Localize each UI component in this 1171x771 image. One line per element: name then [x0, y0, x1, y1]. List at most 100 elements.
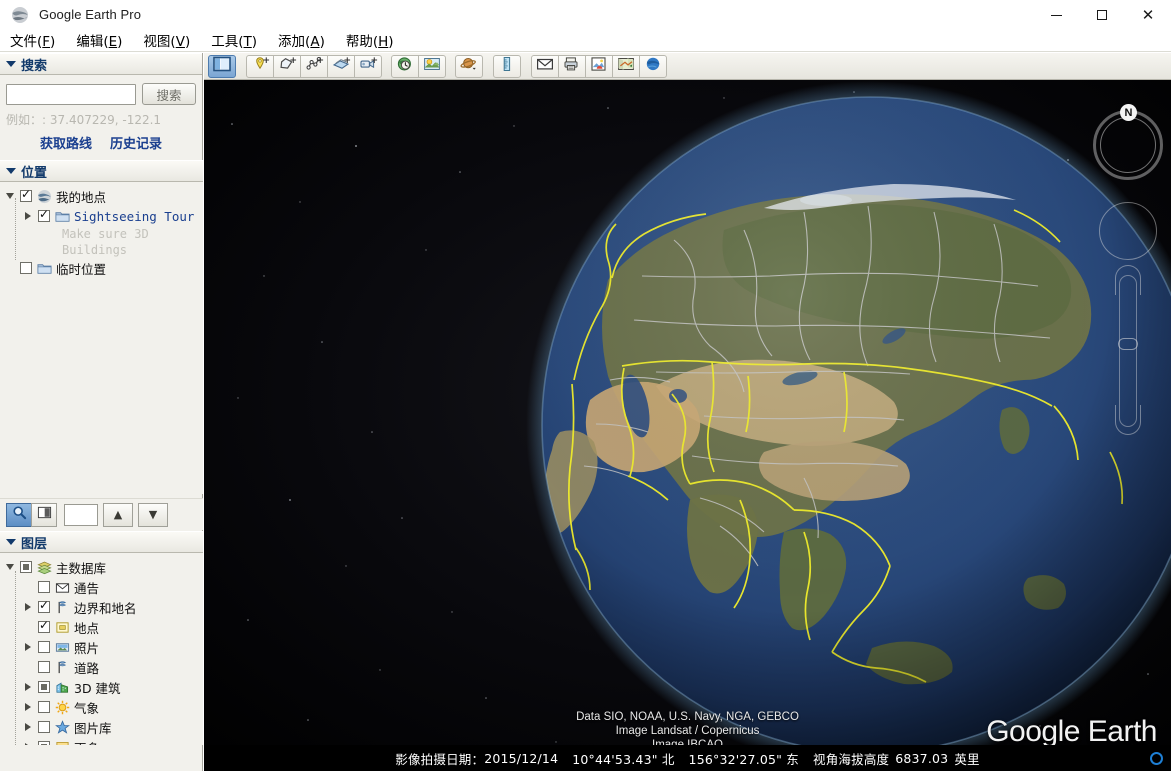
layer-visibility-checkbox[interactable]	[38, 641, 50, 653]
move-down-button[interactable]: ▼	[138, 502, 168, 527]
logo-earth-text: Earth	[1079, 715, 1158, 748]
menu-item-3[interactable]: 视图(V)	[143, 28, 201, 53]
search-view-button[interactable]	[6, 502, 32, 527]
places-tree-item[interactable]: 临时位置	[0, 258, 203, 278]
add-placemark-button[interactable]: +	[246, 54, 274, 78]
record-tour-button[interactable]: +	[354, 54, 382, 78]
collapse-triangle-icon[interactable]	[6, 61, 16, 67]
tree-expander-placeholder	[22, 661, 34, 673]
close-button[interactable]: ✕	[1125, 0, 1171, 30]
places-panel-header[interactable]: 位置	[0, 160, 203, 182]
layers-tree-item[interactable]: 通告	[0, 577, 203, 597]
photo-icon	[54, 639, 70, 655]
email-button[interactable]	[531, 54, 559, 78]
google-earth-pro-window: Google Earth Pro ✕ 文件(F) 编辑(E) 视图(V) 工具(T) 添…	[0, 0, 1171, 771]
get-directions-link[interactable]: 获取路线	[40, 133, 92, 152]
globe-viewport[interactable]: Data SIO, NOAA, U.S. Navy, NGA, GEBCO Im…	[204, 80, 1171, 771]
collapse-triangle-icon[interactable]	[6, 539, 16, 545]
compass-inner-ring[interactable]	[1100, 117, 1156, 173]
visibility-checkbox[interactable]	[20, 262, 32, 274]
print-button[interactable]	[558, 54, 586, 78]
ruler-button[interactable]	[493, 54, 521, 78]
menu-item-2[interactable]: 编辑(E)	[76, 28, 133, 53]
arrow-up-icon: ▲	[113, 508, 123, 521]
move-up-button[interactable]: ▲	[103, 502, 133, 527]
add-polygon-button[interactable]: +	[273, 54, 301, 78]
chevron-right-icon[interactable]	[22, 210, 34, 222]
toggle-sidebar-button[interactable]	[208, 54, 236, 78]
layer-visibility-checkbox[interactable]	[38, 681, 50, 693]
layers-tree-item[interactable]: 气象	[0, 697, 203, 717]
places-tree-item[interactable]: Sightseeing Tour	[0, 206, 203, 226]
add-image-overlay-button[interactable]: +	[327, 54, 355, 78]
menu-mnemonic-close: )	[184, 34, 191, 50]
layers-tree-item[interactable]: 3D 建筑	[0, 677, 203, 697]
chevron-right-icon[interactable]	[22, 701, 34, 713]
magnifier-icon	[12, 505, 27, 524]
menu-item-5[interactable]: 添加(A)	[278, 28, 336, 53]
minimize-button[interactable]	[1033, 0, 1079, 30]
plus-badge-icon: +	[289, 55, 297, 66]
maximize-button[interactable]	[1079, 0, 1125, 30]
visibility-checkbox[interactable]	[38, 207, 50, 222]
menu-item-4[interactable]: 工具(T)	[211, 28, 268, 53]
layer-visibility-checkbox[interactable]	[20, 561, 32, 573]
layers-tree-item[interactable]: 图片库	[0, 717, 203, 737]
chevron-right-icon[interactable]	[22, 641, 34, 653]
north-indicator[interactable]: N	[1120, 104, 1137, 121]
layers-tree-item[interactable]: 照片	[0, 637, 203, 657]
plus-badge-icon: +	[370, 55, 378, 66]
earth-view-button[interactable]	[639, 54, 667, 78]
menu-item-6[interactable]: 帮助(H)	[346, 28, 405, 53]
layer-item-label: 通告	[74, 580, 100, 596]
layer-visibility-checkbox[interactable]	[38, 701, 50, 713]
history-link[interactable]: 历史记录	[110, 133, 162, 152]
layer-item-label: 照片	[74, 640, 100, 656]
places-tree-item[interactable]: 我的地点	[0, 186, 203, 206]
layer-visibility-checkbox[interactable]	[38, 618, 50, 633]
visibility-checkbox[interactable]	[20, 187, 32, 202]
menu-item-1[interactable]: 文件(F)	[10, 28, 66, 53]
search-button[interactable]: 搜索	[142, 83, 196, 105]
places-filter-input[interactable]	[64, 503, 98, 526]
navigation-controls[interactable]: N	[1089, 100, 1167, 435]
main-toolbar: + + + + +	[204, 53, 1171, 80]
look-joystick[interactable]	[1099, 202, 1157, 260]
save-image-icon	[590, 55, 608, 78]
collapse-triangle-icon[interactable]	[6, 168, 16, 174]
save-image-button[interactable]	[585, 54, 613, 78]
menu-item-label: 编辑	[76, 34, 104, 50]
menu-mnemonic-key: E	[108, 34, 118, 50]
layer-visibility-checkbox[interactable]	[38, 661, 50, 673]
title-bar: Google Earth Pro ✕	[0, 0, 1171, 30]
blue-globe-icon	[644, 55, 662, 78]
earth-globe[interactable]	[204, 80, 1171, 771]
add-path-button[interactable]: +	[300, 54, 328, 78]
search-input[interactable]	[6, 83, 136, 105]
layers-tree-item[interactable]: 地点	[0, 617, 203, 637]
switch-planet-button[interactable]	[455, 54, 483, 78]
zoom-slider-knob[interactable]	[1118, 338, 1138, 350]
menu-bar: 文件(F) 编辑(E) 视图(V) 工具(T) 添加(A) 帮助(H)	[0, 30, 1171, 52]
historical-imagery-button[interactable]	[391, 54, 419, 78]
zoom-out-button[interactable]	[1115, 405, 1141, 435]
status-indicator-icon	[1150, 751, 1163, 765]
view-in-maps-button[interactable]	[612, 54, 640, 78]
chevron-right-icon[interactable]	[22, 681, 34, 693]
layers-tree-item[interactable]: 道路	[0, 657, 203, 677]
chevron-right-icon[interactable]	[22, 721, 34, 733]
layers-panel-header[interactable]: 图层	[0, 531, 203, 553]
chevron-right-icon[interactable]	[22, 601, 34, 613]
layers-tree-item[interactable]: 主数据库	[0, 557, 203, 577]
sunlight-button[interactable]	[418, 54, 446, 78]
layer-visibility-checkbox[interactable]	[38, 598, 50, 613]
places-item-label: 我的地点	[56, 189, 107, 205]
search-panel-header[interactable]: 搜索	[0, 53, 202, 75]
layer-item-label: 主数据库	[56, 560, 107, 576]
layers-tree-item[interactable]: 边界和地名	[0, 597, 203, 617]
split-view-button[interactable]	[31, 502, 57, 527]
layer-item-label: 边界和地名	[74, 600, 137, 616]
layer-visibility-checkbox[interactable]	[38, 581, 50, 593]
tree-expander-placeholder	[4, 262, 16, 274]
layer-visibility-checkbox[interactable]	[38, 721, 50, 733]
